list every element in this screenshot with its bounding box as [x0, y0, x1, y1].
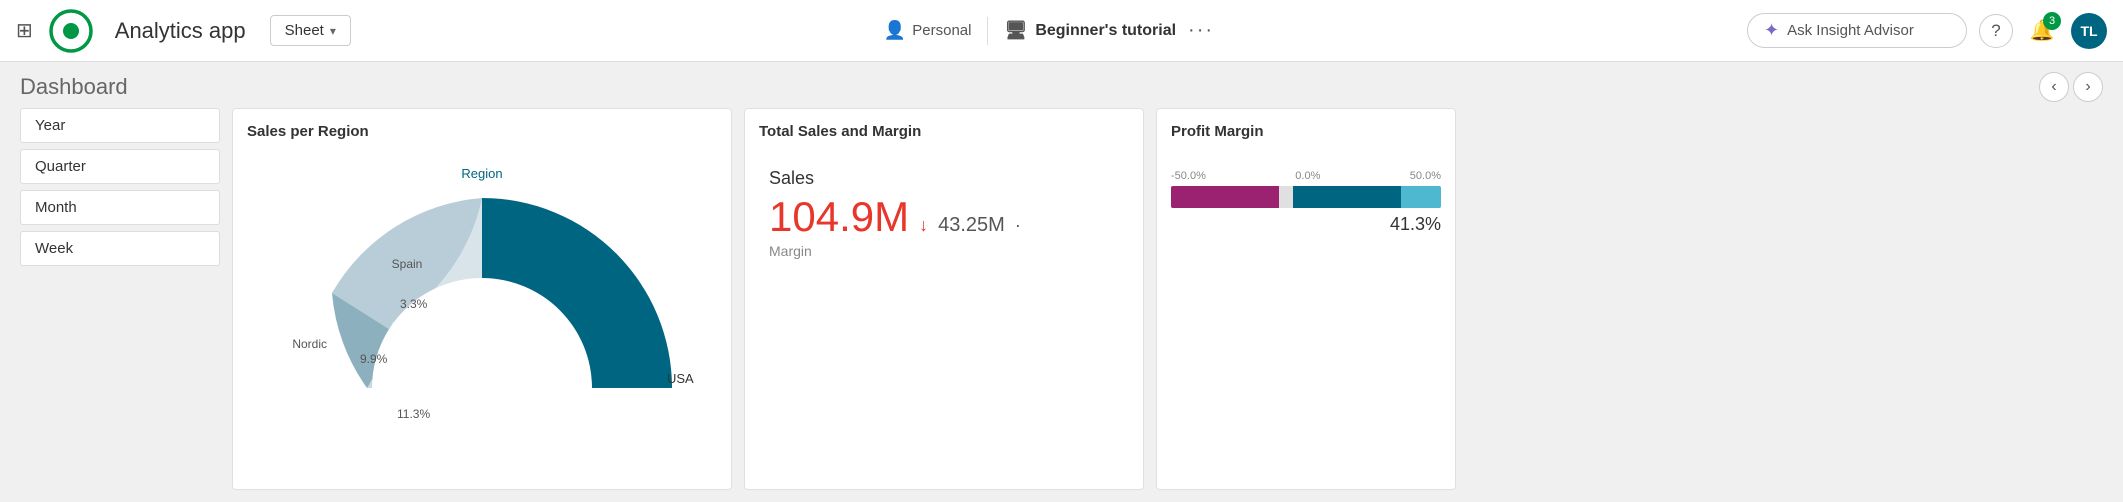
dashboard-title: Dashboard: [20, 74, 128, 100]
sales-label: Sales: [769, 168, 1119, 189]
user-avatar[interactable]: TL: [2071, 13, 2107, 49]
next-sheet-button[interactable]: ›: [2073, 72, 2103, 102]
chevron-down-icon: ▾: [330, 24, 336, 38]
top-navigation: ⊞ Analytics app Sheet ▾ 👤 Personal 🖥 Beg…: [0, 0, 2123, 62]
filter-year[interactable]: Year: [20, 108, 220, 143]
svg-text:11.3%: 11.3%: [397, 407, 430, 421]
charts-area: Sales per Region Region: [232, 108, 2103, 490]
margin-value: 43.25M: [938, 214, 1005, 237]
dashboard-header: Dashboard ‹ ›: [0, 62, 2123, 108]
divider: [987, 17, 988, 45]
profit-margin-card: Profit Margin -50.0% 0.0% 50.0% 41.3%: [1156, 108, 1456, 490]
total-sales-title: Total Sales and Margin: [759, 123, 1129, 140]
sheet-label: Sheet: [285, 22, 324, 39]
monitor-icon: 🖥: [1004, 20, 1027, 41]
filter-week[interactable]: Week: [20, 231, 220, 266]
insight-advisor-label: Ask Insight Advisor: [1787, 22, 1914, 39]
grid-icon[interactable]: ⊞: [16, 18, 33, 43]
profit-bar-neutral: [1279, 186, 1293, 208]
prev-sheet-button[interactable]: ‹: [2039, 72, 2069, 102]
profit-bar-positive: [1293, 186, 1401, 208]
personal-menu[interactable]: 👤 Personal: [884, 20, 972, 41]
tutorial-label[interactable]: Beginner's tutorial: [1035, 22, 1176, 40]
sparkle-icon: ✦: [1764, 20, 1779, 41]
help-button[interactable]: ?: [1979, 14, 2013, 48]
sheet-navigation: ‹ ›: [2039, 72, 2103, 102]
svg-text:Nordic: Nordic: [292, 337, 327, 351]
tutorial-section: 🖥 Beginner's tutorial: [1004, 20, 1176, 41]
dashboard: Dashboard ‹ › Year Quarter Month Week: [0, 62, 2123, 502]
profit-bar-track: [1171, 186, 1441, 208]
sales-value-row: 104.9M ↓ 43.25M ·: [769, 193, 1119, 241]
axis-label-neg: -50.0%: [1171, 170, 1206, 182]
filter-quarter[interactable]: Quarter: [20, 149, 220, 184]
svg-text:Region: Region: [461, 166, 502, 181]
total-sales-card: Total Sales and Margin Sales 104.9M ↓ 43…: [744, 108, 1144, 490]
more-options-button[interactable]: ···: [1188, 19, 1214, 42]
sales-per-region-card: Sales per Region Region: [232, 108, 732, 490]
profit-margin-title: Profit Margin: [1171, 123, 1441, 140]
dashboard-content: Year Quarter Month Week Sales per Region…: [0, 108, 2123, 502]
qlik-logo[interactable]: [49, 9, 93, 53]
sales-arrow-icon: ↓: [919, 215, 928, 236]
notifications-button[interactable]: 🔔 3: [2025, 14, 2059, 48]
person-icon: 👤: [884, 20, 906, 41]
axis-label-pos: 50.0%: [1410, 170, 1441, 182]
total-sales-content: Sales 104.9M ↓ 43.25M · Margin: [759, 148, 1129, 279]
margin-suffix: ·: [1015, 215, 1021, 236]
chevron-left-icon: ‹: [2051, 78, 2056, 96]
filter-month[interactable]: Month: [20, 190, 220, 225]
region-chart-title: Sales per Region: [247, 123, 717, 140]
svg-text:USA: USA: [667, 371, 694, 386]
chevron-right-icon: ›: [2085, 78, 2090, 96]
app-title: Analytics app: [115, 18, 246, 44]
insight-advisor-button[interactable]: ✦ Ask Insight Advisor: [1747, 13, 1967, 48]
filter-sidebar: Year Quarter Month Week: [20, 108, 220, 490]
profit-bar-negative: [1171, 186, 1279, 208]
profit-bar-container: -50.0% 0.0% 50.0% 41.3%: [1171, 170, 1441, 235]
svg-text:9.9%: 9.9%: [360, 352, 388, 366]
axis-label-mid: 0.0%: [1295, 170, 1320, 182]
margin-label: Margin: [769, 243, 1119, 259]
sheet-button[interactable]: Sheet ▾: [270, 15, 351, 46]
svg-text:Spain: Spain: [392, 257, 423, 271]
svg-text:3.3%: 3.3%: [400, 297, 428, 311]
profit-value: 41.3%: [1171, 214, 1441, 235]
donut-chart: Region: [247, 148, 717, 428]
personal-label: Personal: [912, 22, 971, 39]
svg-text:45.5%: 45.5%: [602, 407, 636, 421]
question-icon: ?: [1991, 21, 2000, 41]
sales-big-value: 104.9M: [769, 193, 909, 241]
notification-badge: 3: [2043, 12, 2061, 30]
profit-axis: -50.0% 0.0% 50.0%: [1171, 170, 1441, 182]
profit-bar-accent: [1401, 186, 1442, 208]
